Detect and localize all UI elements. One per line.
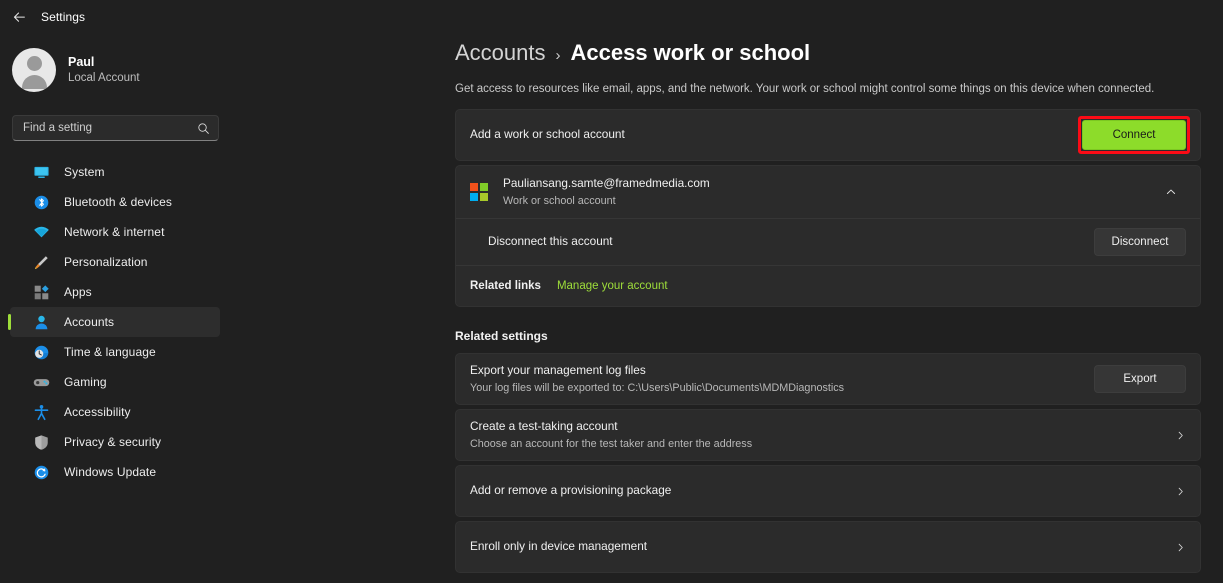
sidebar-label: Apps — [64, 285, 92, 299]
update-icon — [32, 463, 50, 481]
device-management-card: Enroll only in device management — [455, 521, 1201, 574]
test-taking-account-card: Create a test-taking account Choose an a… — [455, 409, 1201, 462]
chevron-right-icon — [1162, 542, 1186, 553]
sidebar-label: Network & internet — [64, 225, 165, 239]
page-description: Get access to resources like email, apps… — [455, 83, 1155, 95]
export-button[interactable]: Export — [1094, 365, 1186, 394]
accessibility-icon — [32, 403, 50, 421]
device-management-text: Enroll only in device management — [470, 539, 1162, 555]
related-links-row: Related links Manage your account — [456, 266, 1200, 306]
export-logs-text: Export your management log files Your lo… — [470, 363, 1094, 395]
sidebar-item-accessibility[interactable]: Accessibility — [10, 397, 220, 427]
test-taking-account-text: Create a test-taking account Choose an a… — [470, 419, 1162, 451]
chevron-right-icon — [1162, 486, 1186, 497]
sidebar-item-privacy-security[interactable]: Privacy & security — [10, 427, 220, 457]
account-subtitle: Work or school account — [503, 194, 616, 207]
profile-name: Paul — [68, 54, 95, 69]
apps-icon — [32, 283, 50, 301]
connect-button-wrapper: Connect — [1078, 116, 1190, 155]
connect-button[interactable]: Connect — [1082, 120, 1186, 151]
export-logs-card: Export your management log files Your lo… — [455, 353, 1201, 406]
provisioning-package-title: Add or remove a provisioning package — [470, 483, 672, 498]
profile-text: Paul Local Account — [68, 55, 140, 86]
sidebar-item-bluetooth-devices[interactable]: Bluetooth & devices — [10, 187, 220, 217]
settings-window: Settings Paul Local Account Find a setti… — [0, 0, 1223, 583]
test-taking-account-subtitle: Choose an account for the test taker and… — [470, 437, 753, 450]
bluetooth-icon — [32, 193, 50, 211]
add-account-card: Add a work or school account Connect — [455, 109, 1201, 162]
sidebar-item-gaming[interactable]: Gaming — [10, 367, 220, 397]
disconnect-button[interactable]: Disconnect — [1094, 228, 1186, 257]
sidebar-item-apps[interactable]: Apps — [10, 277, 220, 307]
add-account-text: Add a work or school account — [470, 127, 1082, 143]
provisioning-package-text: Add or remove a provisioning package — [470, 483, 1162, 499]
account-email: Pauliansang.samte@framedmedia.com — [503, 175, 710, 190]
microsoft-logo-icon — [470, 183, 488, 202]
device-management-row[interactable]: Enroll only in device management — [456, 522, 1200, 572]
test-taking-account-title: Create a test-taking account — [470, 418, 618, 433]
profile-account-type: Local Account — [68, 72, 140, 85]
title-bar: Settings — [0, 0, 1223, 34]
device-management-title: Enroll only in device management — [470, 539, 648, 554]
clock-icon — [32, 343, 50, 361]
sidebar-label: Personalization — [64, 255, 148, 269]
breadcrumb: Accounts › Access work or school — [455, 40, 1223, 66]
sidebar-item-accounts[interactable]: Accounts — [8, 307, 220, 337]
sidebar-label: System — [64, 165, 105, 179]
export-logs-subtitle: Your log files will be exported to: C:\U… — [470, 381, 845, 394]
export-logs-title: Export your management log files — [470, 362, 646, 377]
wifi-icon — [32, 223, 50, 241]
sidebar-item-system[interactable]: System — [10, 157, 220, 187]
sidebar-nav: System Bluetooth & devices Network & int… — [0, 157, 230, 487]
search-box[interactable] — [12, 115, 219, 141]
account-card: Pauliansang.samte@framedmedia.com Work o… — [455, 165, 1201, 308]
chevron-up-icon[interactable] — [1156, 177, 1186, 207]
sidebar-item-personalization[interactable]: Personalization — [10, 247, 220, 277]
sidebar-item-windows-update[interactable]: Windows Update — [10, 457, 220, 487]
sidebar-label: Bluetooth & devices — [64, 195, 172, 209]
manage-your-account-link[interactable]: Manage your account — [557, 280, 668, 292]
provisioning-package-row[interactable]: Add or remove a provisioning package — [456, 466, 1200, 516]
system-icon — [32, 163, 50, 181]
cards-container: Add a work or school account Connect Pau… — [455, 109, 1201, 583]
disconnect-text: Disconnect this account — [488, 234, 1094, 250]
shield-icon — [32, 433, 50, 451]
sidebar-item-network-internet[interactable]: Network & internet — [10, 217, 220, 247]
sidebar-item-time-language[interactable]: Time & language — [10, 337, 220, 367]
sidebar-label: Privacy & security — [64, 435, 162, 449]
search-input[interactable] — [23, 122, 197, 134]
disconnect-row: Disconnect this account Disconnect — [456, 219, 1200, 265]
back-arrow-icon — [13, 11, 25, 22]
breadcrumb-parent[interactable]: Accounts — [455, 40, 546, 66]
sidebar-label: Accounts — [64, 315, 115, 329]
sidebar: Paul Local Account Find a setting System… — [0, 0, 230, 583]
sidebar-label: Accessibility — [64, 405, 131, 419]
provisioning-package-card: Add or remove a provisioning package — [455, 465, 1201, 518]
search-icon — [197, 122, 210, 135]
back-button[interactable] — [5, 3, 33, 31]
paintbrush-icon — [32, 253, 50, 271]
sidebar-label: Windows Update — [64, 465, 157, 479]
avatar — [12, 48, 56, 92]
sidebar-label: Time & language — [64, 345, 156, 359]
account-text: Pauliansang.samte@framedmedia.com Work o… — [503, 176, 1156, 208]
add-account-row: Add a work or school account Connect — [456, 110, 1200, 160]
add-account-label: Add a work or school account — [470, 127, 625, 142]
disconnect-label: Disconnect this account — [488, 234, 613, 249]
test-taking-account-row[interactable]: Create a test-taking account Choose an a… — [456, 410, 1200, 460]
window-title: Settings — [41, 10, 86, 24]
main-content: Accounts › Access work or school Get acc… — [230, 0, 1223, 583]
page-title: Access work or school — [570, 40, 811, 65]
related-links-label: Related links — [470, 280, 541, 293]
related-settings-heading: Related settings — [455, 329, 548, 344]
export-logs-row: Export your management log files Your lo… — [456, 354, 1200, 404]
accounts-icon — [32, 313, 50, 331]
profile-card[interactable]: Paul Local Account — [12, 44, 212, 96]
gamepad-icon — [32, 373, 50, 391]
chevron-right-icon — [1162, 430, 1186, 441]
breadcrumb-separator-icon: › — [555, 47, 561, 64]
sidebar-label: Gaming — [64, 375, 107, 389]
account-expander-row[interactable]: Pauliansang.samte@framedmedia.com Work o… — [456, 166, 1200, 218]
